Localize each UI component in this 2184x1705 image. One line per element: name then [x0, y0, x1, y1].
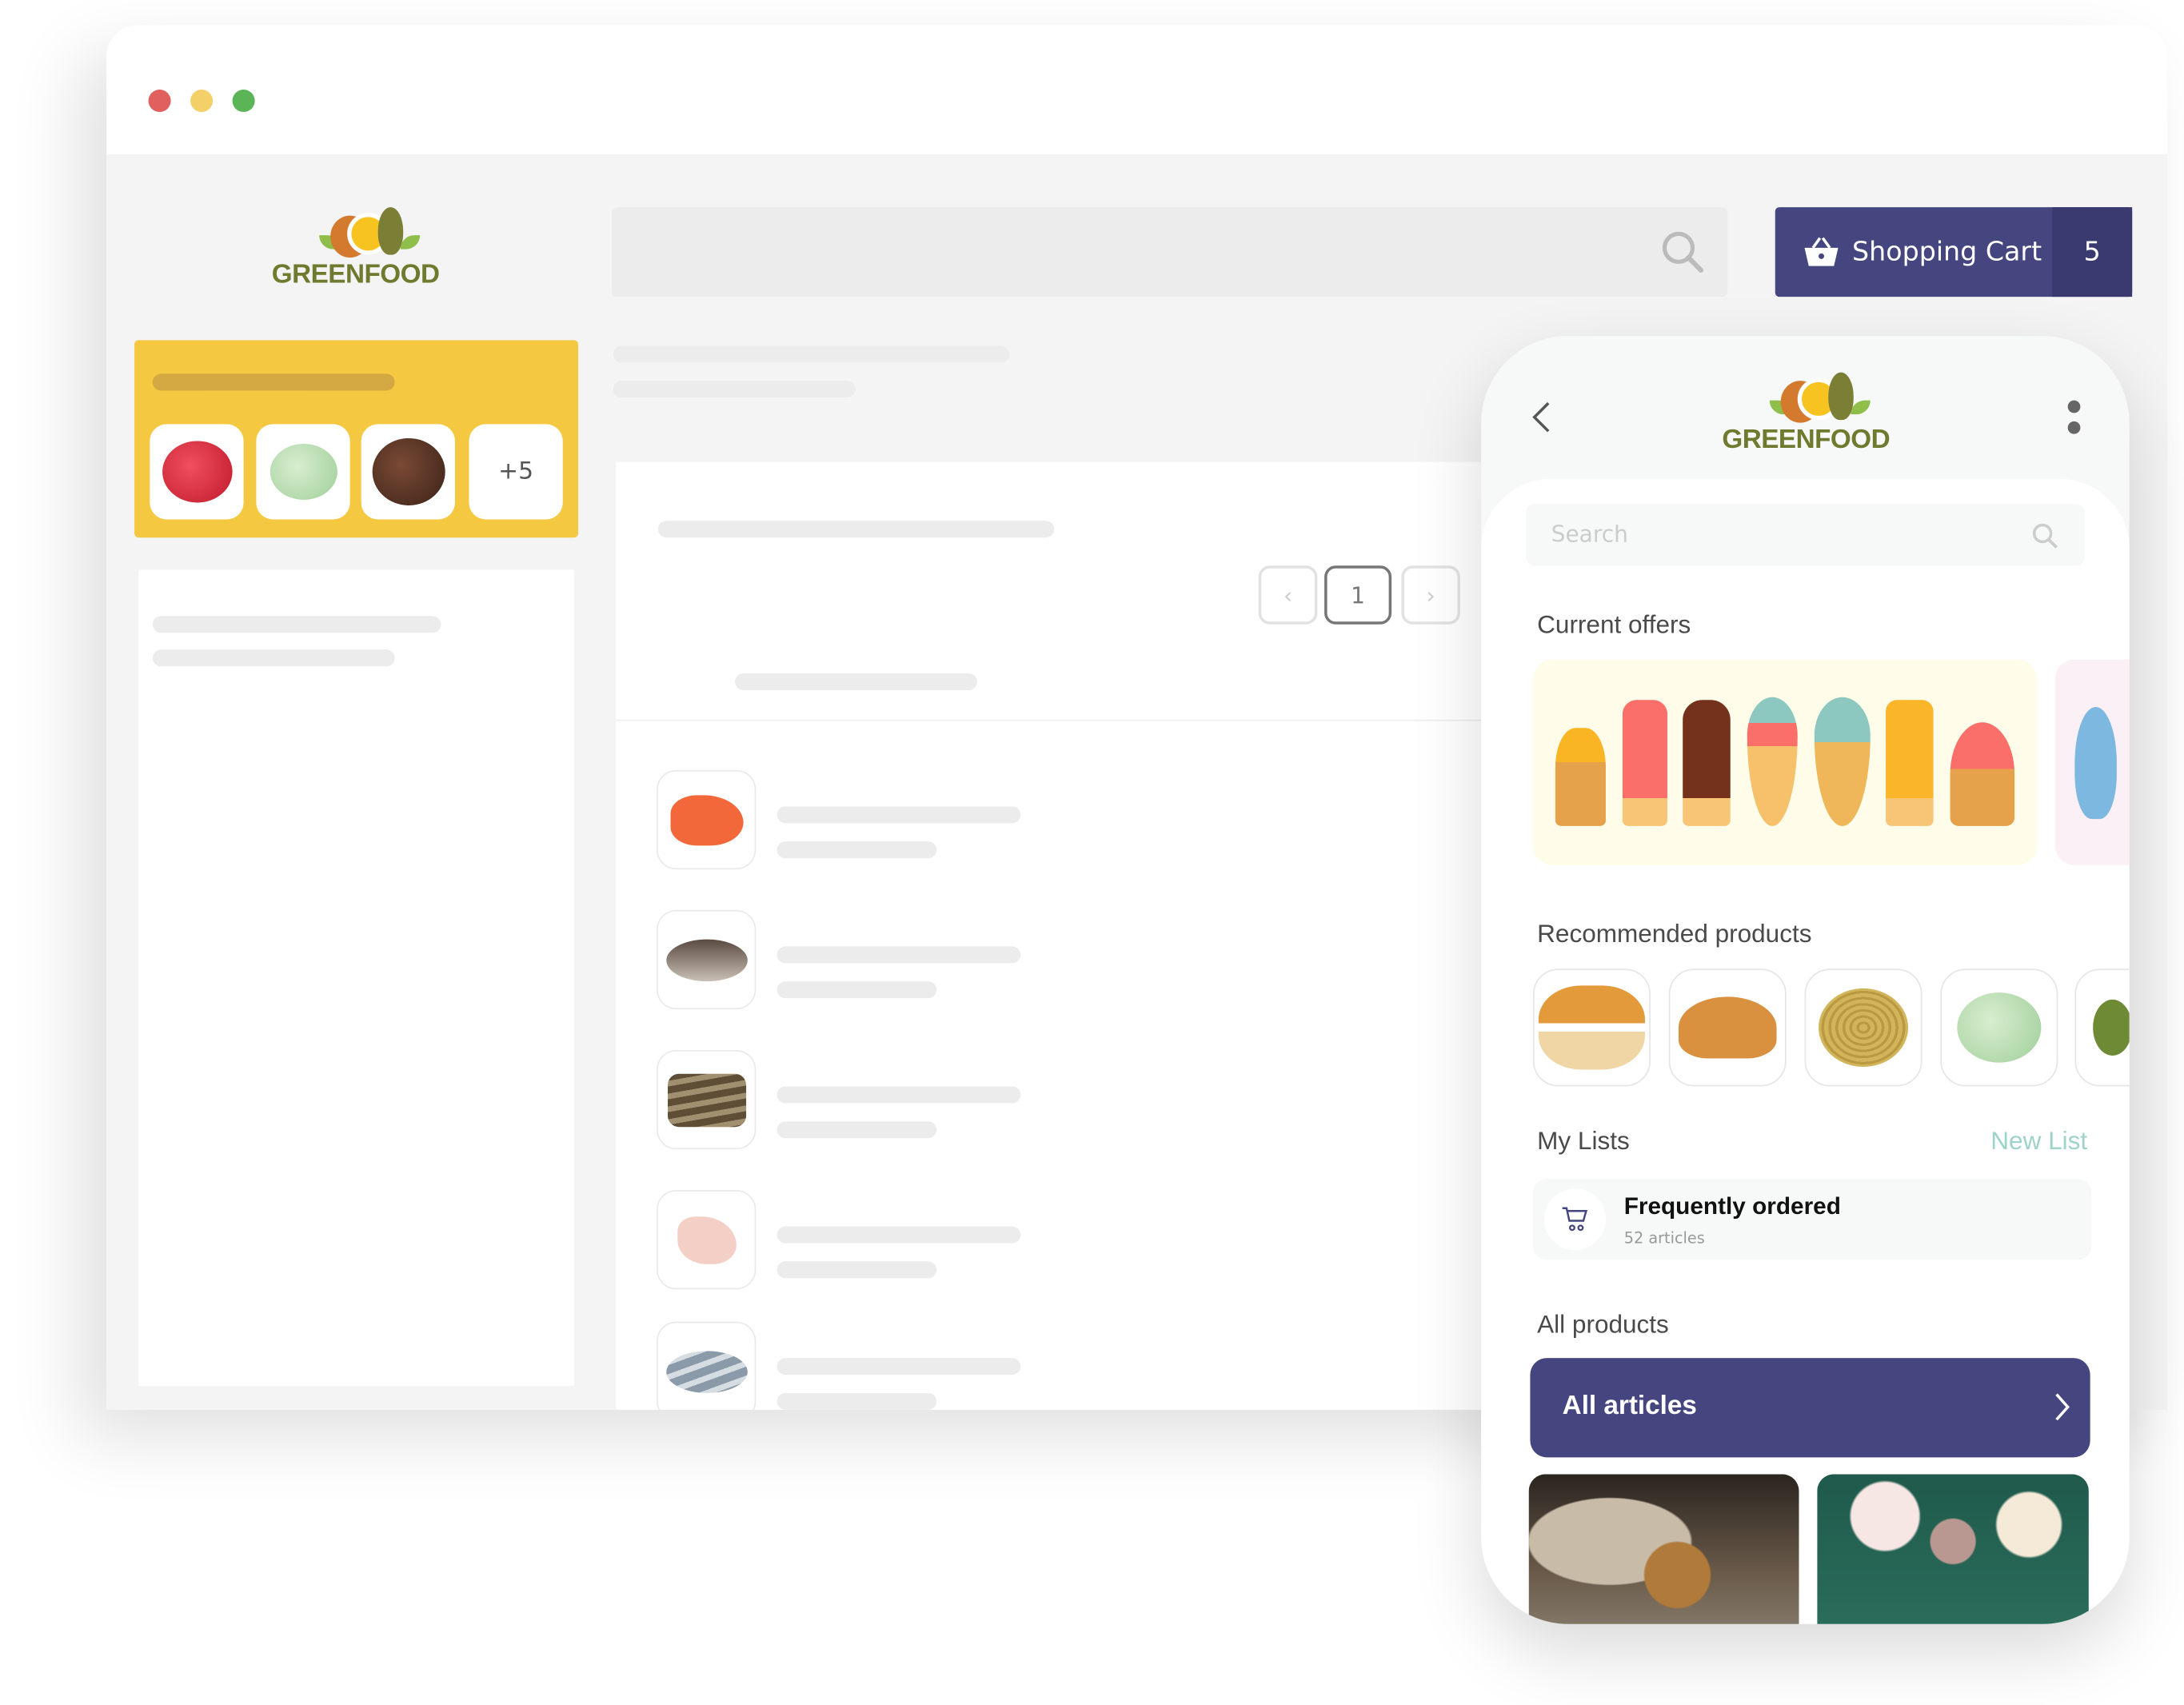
- mobile-logo: GREENFOOD: [1722, 369, 1891, 457]
- chocolate-ice-cream-thumb[interactable]: [361, 424, 455, 520]
- list-title: Frequently ordered: [1623, 1192, 1841, 1220]
- recommended-heading: Recommended products: [1537, 920, 1812, 948]
- shrimp-thumb[interactable]: [657, 1049, 757, 1150]
- new-list-link[interactable]: New List: [1990, 1127, 2087, 1156]
- minimize-button[interactable]: [190, 90, 214, 113]
- basket-icon: [1804, 237, 1839, 266]
- divider: [616, 719, 1596, 721]
- strawberry-ice-cream-thumb[interactable]: [150, 424, 244, 520]
- shopping-cart-button[interactable]: Shopping Cart 5: [1775, 207, 2133, 297]
- featured-card[interactable]: +5: [134, 340, 578, 538]
- search-icon[interactable]: [2031, 522, 2059, 550]
- avocado-item[interactable]: [2074, 968, 2130, 1087]
- fish-fillet-thumb[interactable]: [657, 1190, 757, 1290]
- title-bar: [106, 25, 2167, 154]
- cart-icon: [1543, 1188, 1606, 1251]
- mobile-app: GREENFOOD Search Current offers Recommen…: [1481, 336, 2130, 1624]
- burger-bun-item[interactable]: [1532, 968, 1651, 1087]
- more-items-thumb[interactable]: +5: [469, 424, 563, 520]
- search-input[interactable]: [612, 207, 1728, 297]
- skeleton: [152, 649, 395, 667]
- list-count: 52 articles: [1623, 1229, 1705, 1248]
- salmon-thumb[interactable]: [657, 769, 757, 870]
- flounder-thumb[interactable]: [657, 909, 757, 1010]
- skeleton: [735, 673, 977, 691]
- fruit-logo-icon: [300, 205, 421, 261]
- back-chevron-icon[interactable]: [1531, 401, 1551, 434]
- skeleton: [657, 521, 1055, 538]
- ice-cream-offer-banner[interactable]: [1532, 659, 2038, 865]
- current-offers-heading: Current offers: [1537, 610, 1691, 639]
- logo[interactable]: GREENFOOD: [272, 205, 440, 292]
- my-lists-heading: My Lists: [1537, 1127, 1630, 1156]
- chevron-right-icon: [2055, 1393, 2070, 1421]
- pistachio-ice-cream-item[interactable]: [1940, 968, 2058, 1087]
- skeleton: [613, 345, 1010, 363]
- next-page-button[interactable]: ›: [1401, 565, 1460, 625]
- mobile-content: Search Current offers Recommended produc…: [1481, 478, 2130, 1624]
- page-1-button[interactable]: 1: [1324, 565, 1392, 625]
- skeleton: [152, 616, 441, 633]
- all-products-heading: All products: [1537, 1310, 1669, 1339]
- list-item-frequently-ordered[interactable]: Frequently ordered 52 articles: [1532, 1179, 2092, 1260]
- more-menu-icon[interactable]: [2067, 400, 2081, 434]
- pasta-item[interactable]: [1804, 968, 1922, 1087]
- pistachio-ice-cream-thumb[interactable]: [256, 424, 350, 520]
- sardines-thumb[interactable]: [657, 1321, 757, 1410]
- fruit-logo-icon: [1750, 369, 1871, 425]
- search-icon[interactable]: [1660, 230, 1705, 274]
- ice-cream-category-image[interactable]: [1817, 1474, 2089, 1624]
- cart-label: Shopping Cart: [1852, 236, 2042, 268]
- main-panel: ‹ 1 ›: [616, 461, 1596, 1410]
- sidebar-panel: [138, 569, 574, 1387]
- close-button[interactable]: [148, 90, 171, 113]
- croissants-item[interactable]: [1668, 968, 1787, 1087]
- skeleton: [613, 381, 856, 398]
- mobile-search-input[interactable]: Search: [1526, 504, 2085, 566]
- maximize-button[interactable]: [232, 90, 255, 113]
- fish-offer-banner[interactable]: [2054, 659, 2130, 865]
- all-articles-button[interactable]: All articles: [1530, 1358, 2090, 1458]
- bread-category-image[interactable]: [1528, 1474, 1799, 1624]
- prev-page-button[interactable]: ‹: [1258, 565, 1318, 625]
- cart-count-badge: 5: [2052, 207, 2133, 297]
